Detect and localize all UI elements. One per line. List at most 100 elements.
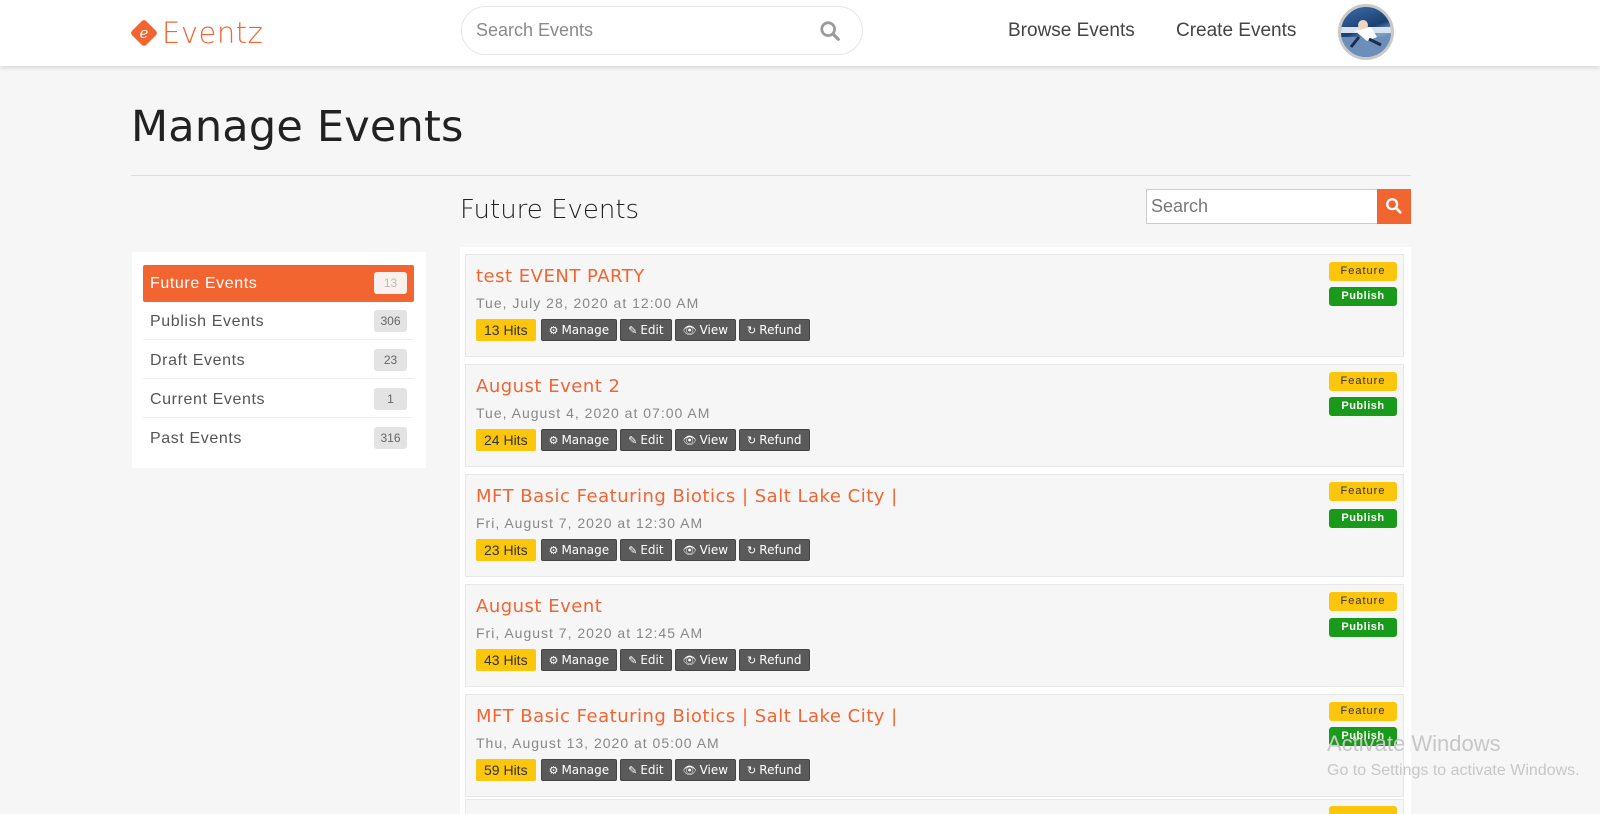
publish-badge[interactable]: Publish bbox=[1329, 397, 1397, 416]
manage-label: Manage bbox=[561, 322, 610, 337]
event-actions: 59 Hits ⚙ Manage ✎ Edit 👁 View ↻ Refund bbox=[476, 759, 810, 781]
event-title-link[interactable]: August Event bbox=[476, 596, 602, 617]
eye-icon: 👁 bbox=[682, 323, 697, 337]
event-actions: 23 Hits ⚙ Manage ✎ Edit 👁 View ↻ Refund bbox=[476, 539, 810, 561]
event-title-link[interactable]: MFT Basic Featuring Biotics | Salt Lake … bbox=[476, 706, 898, 727]
refund-button[interactable]: ↻ Refund bbox=[739, 429, 810, 451]
edit-label: Edit bbox=[640, 762, 664, 777]
manage-button[interactable]: ⚙ Manage bbox=[540, 759, 618, 781]
events-list: test EVENT PARTY Tue, July 28, 2020 at 1… bbox=[460, 247, 1411, 814]
manage-button[interactable]: ⚙ Manage bbox=[540, 319, 618, 341]
filter-search-button[interactable] bbox=[1377, 189, 1411, 224]
user-avatar[interactable] bbox=[1338, 4, 1394, 60]
event-card: test EVENT PARTY Tue, July 28, 2020 at 1… bbox=[465, 254, 1404, 357]
sidebar-item-count: 316 bbox=[374, 427, 407, 449]
edit-icon: ✎ bbox=[628, 763, 638, 777]
hits-badge: 24 Hits bbox=[476, 429, 536, 451]
sidebar-item-future-events[interactable]: Future Events 13 bbox=[143, 265, 414, 302]
event-card: MFT Basic Featuring Biotics | Salt Lake … bbox=[465, 694, 1404, 797]
publish-badge[interactable]: Publish bbox=[1329, 287, 1397, 306]
edit-button[interactable]: ✎ Edit bbox=[620, 759, 672, 781]
event-date: Fri, August 7, 2020 at 12:30 AM bbox=[476, 515, 704, 531]
event-title-link[interactable]: test EVENT PARTY bbox=[476, 266, 645, 287]
section-title: Future Events bbox=[460, 195, 640, 225]
top-search-box bbox=[461, 6, 863, 55]
edit-button[interactable]: ✎ Edit bbox=[620, 649, 672, 671]
sidebar-item-label: Future Events bbox=[150, 275, 258, 292]
manage-button[interactable]: ⚙ Manage bbox=[540, 429, 618, 451]
sidebar-item-past-events[interactable]: Past Events 316 bbox=[143, 420, 414, 457]
hits-badge: 43 Hits bbox=[476, 649, 536, 671]
view-label: View bbox=[699, 542, 729, 557]
event-actions: 24 Hits ⚙ Manage ✎ Edit 👁 View ↻ Refund bbox=[476, 429, 810, 451]
hits-badge: 13 Hits bbox=[476, 319, 536, 341]
sidebar-item-draft-events[interactable]: Draft Events 23 bbox=[143, 342, 414, 379]
publish-badge[interactable]: Publish bbox=[1329, 727, 1397, 746]
view-label: View bbox=[699, 762, 729, 777]
view-button[interactable]: 👁 View bbox=[674, 429, 737, 451]
feature-badge[interactable] bbox=[1329, 806, 1397, 814]
event-actions: 43 Hits ⚙ Manage ✎ Edit 👁 View ↻ Refund bbox=[476, 649, 810, 671]
eventz-logo[interactable]: e Eventz bbox=[129, 16, 264, 50]
title-divider bbox=[131, 175, 1411, 176]
publish-badge[interactable]: Publish bbox=[1329, 618, 1397, 637]
nav-browse-events[interactable]: Browse Events bbox=[1008, 20, 1135, 42]
manage-button[interactable]: ⚙ Manage bbox=[540, 539, 618, 561]
event-search-input[interactable] bbox=[476, 7, 806, 54]
edit-button[interactable]: ✎ Edit bbox=[620, 539, 672, 561]
event-title-link[interactable]: MFT Basic Featuring Biotics | Salt Lake … bbox=[476, 486, 898, 507]
sidebar-item-publish-events[interactable]: Publish Events 306 bbox=[143, 303, 414, 340]
edit-button[interactable]: ✎ Edit bbox=[620, 319, 672, 341]
edit-icon: ✎ bbox=[628, 433, 638, 447]
eye-icon: 👁 bbox=[682, 433, 697, 447]
refund-button[interactable]: ↻ Refund bbox=[739, 539, 810, 561]
logo-icon: e bbox=[129, 18, 159, 48]
eye-icon: 👁 bbox=[682, 543, 697, 557]
refund-button[interactable]: ↻ Refund bbox=[739, 649, 810, 671]
event-date: Fri, August 7, 2020 at 12:45 AM bbox=[476, 625, 704, 641]
view-button[interactable]: 👁 View bbox=[674, 649, 737, 671]
feature-badge[interactable]: Feature bbox=[1329, 372, 1397, 391]
refund-label: Refund bbox=[759, 432, 802, 447]
event-card bbox=[465, 799, 1404, 814]
publish-badge[interactable]: Publish bbox=[1329, 509, 1397, 528]
feature-badge[interactable]: Feature bbox=[1329, 702, 1397, 721]
search-icon[interactable] bbox=[819, 20, 841, 42]
view-button[interactable]: 👁 View bbox=[674, 759, 737, 781]
view-button[interactable]: 👁 View bbox=[674, 319, 737, 341]
refund-button[interactable]: ↻ Refund bbox=[739, 319, 810, 341]
refund-label: Refund bbox=[759, 322, 802, 337]
view-label: View bbox=[699, 322, 729, 337]
manage-label: Manage bbox=[561, 762, 610, 777]
view-label: View bbox=[699, 432, 729, 447]
edit-button[interactable]: ✎ Edit bbox=[620, 429, 672, 451]
sidebar-item-label: Past Events bbox=[150, 430, 242, 447]
edit-label: Edit bbox=[640, 322, 664, 337]
nav-create-events[interactable]: Create Events bbox=[1176, 20, 1296, 42]
view-button[interactable]: 👁 View bbox=[674, 539, 737, 561]
refresh-icon: ↻ bbox=[747, 653, 757, 667]
page-title: Manage Events bbox=[131, 102, 464, 152]
sidebar-item-count: 23 bbox=[374, 349, 407, 371]
logo-text: Eventz bbox=[162, 16, 264, 50]
refresh-icon: ↻ bbox=[747, 763, 757, 777]
manage-label: Manage bbox=[561, 542, 610, 557]
event-card: MFT Basic Featuring Biotics | Salt Lake … bbox=[465, 474, 1404, 577]
sidebar-item-current-events[interactable]: Current Events 1 bbox=[143, 381, 414, 418]
edit-label: Edit bbox=[640, 432, 664, 447]
refund-button[interactable]: ↻ Refund bbox=[739, 759, 810, 781]
manage-button[interactable]: ⚙ Manage bbox=[540, 649, 618, 671]
gear-icon: ⚙ bbox=[548, 433, 559, 447]
refund-label: Refund bbox=[759, 542, 802, 557]
sidebar-item-count: 13 bbox=[374, 272, 407, 294]
feature-badge[interactable]: Feature bbox=[1329, 482, 1397, 501]
eye-icon: 👁 bbox=[682, 653, 697, 667]
feature-badge[interactable]: Feature bbox=[1329, 592, 1397, 611]
event-filter-search-input[interactable] bbox=[1146, 189, 1378, 224]
manage-label: Manage bbox=[561, 432, 610, 447]
event-card: August Event 2 Tue, August 4, 2020 at 07… bbox=[465, 364, 1404, 467]
event-title-link[interactable]: August Event 2 bbox=[476, 376, 620, 397]
gear-icon: ⚙ bbox=[548, 653, 559, 667]
feature-badge[interactable]: Feature bbox=[1329, 262, 1397, 281]
top-navbar: e Eventz Browse Events Create Events bbox=[0, 0, 1600, 66]
